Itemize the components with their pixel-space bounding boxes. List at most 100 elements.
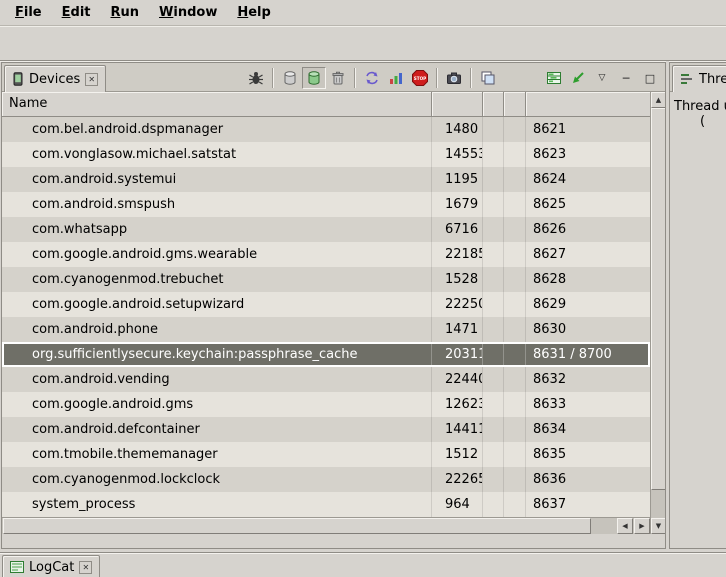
debug-process-button[interactable] bbox=[244, 67, 268, 89]
table-row[interactable]: system_process9648637 bbox=[2, 492, 650, 517]
table-row[interactable]: com.whatsapp67168626 bbox=[2, 217, 650, 242]
scroll-down-icon[interactable]: ▼ bbox=[651, 518, 666, 534]
update-heap-button[interactable] bbox=[278, 67, 302, 89]
table-row[interactable]: com.google.android.gms126238633 bbox=[2, 392, 650, 417]
dump-hprof-button[interactable] bbox=[302, 67, 326, 89]
menu-help[interactable]: Help bbox=[228, 2, 279, 23]
horizontal-scroll-thumb[interactable] bbox=[3, 518, 591, 534]
view-menu-button[interactable]: ▽ bbox=[590, 67, 614, 89]
column-header-4[interactable] bbox=[504, 92, 526, 117]
process-pid: 1512 bbox=[432, 442, 483, 467]
maximize-button[interactable]: □ bbox=[638, 67, 662, 89]
method-profiling-icon bbox=[388, 70, 404, 86]
table-row[interactable]: com.bel.android.dspmanager14808621 bbox=[2, 117, 650, 142]
toolbar-separator bbox=[354, 68, 356, 88]
opengl-trace-button[interactable] bbox=[566, 67, 590, 89]
view-menu-icon: ▽ bbox=[599, 74, 606, 83]
process-pid: 6716 bbox=[432, 217, 483, 242]
cell-empty bbox=[504, 342, 526, 367]
close-icon[interactable]: ✕ bbox=[79, 561, 92, 574]
systrace-icon bbox=[546, 70, 562, 86]
cell-empty bbox=[483, 217, 504, 242]
systrace-button[interactable] bbox=[542, 67, 566, 89]
cell-empty bbox=[504, 292, 526, 317]
tab-devices[interactable]: Devices ✕ bbox=[4, 65, 106, 92]
menu-run[interactable]: Run bbox=[102, 2, 149, 23]
process-port: 8623 bbox=[526, 142, 650, 167]
cell-empty bbox=[483, 392, 504, 417]
table-row[interactable]: com.google.android.setupwizard222508629 bbox=[2, 292, 650, 317]
toolbar-separator bbox=[470, 68, 472, 88]
stop-process-icon: STOP bbox=[411, 69, 429, 87]
screen-record-button[interactable] bbox=[476, 67, 500, 89]
tab-threads-label: Threads bbox=[699, 72, 726, 87]
update-threads-icon bbox=[364, 70, 380, 86]
process-name: com.google.android.gms bbox=[2, 392, 432, 417]
toolbar-strip bbox=[0, 26, 726, 61]
table-row[interactable]: com.cyanogenmod.trebuchet15288628 bbox=[2, 267, 650, 292]
cause-gc-button[interactable] bbox=[326, 67, 350, 89]
column-header-port[interactable] bbox=[526, 92, 650, 117]
process-name: com.google.android.gms.wearable bbox=[2, 242, 432, 267]
screen-record-icon bbox=[480, 70, 496, 86]
process-port: 8625 bbox=[526, 192, 650, 217]
cell-empty bbox=[504, 492, 526, 517]
cell-empty bbox=[504, 442, 526, 467]
cell-empty bbox=[504, 117, 526, 142]
tab-logcat[interactable]: LogCat ✕ bbox=[2, 555, 100, 577]
process-port: 8634 bbox=[526, 417, 650, 442]
table-row[interactable]: com.vonglasow.michael.satstat145538623 bbox=[2, 142, 650, 167]
scroll-left-icon[interactable]: ◀ bbox=[617, 518, 633, 534]
method-profiling-button[interactable] bbox=[384, 67, 408, 89]
process-port: 8627 bbox=[526, 242, 650, 267]
process-name: system_process bbox=[2, 492, 432, 517]
cell-empty bbox=[483, 367, 504, 392]
cell-empty bbox=[483, 292, 504, 317]
menu-edit[interactable]: Edit bbox=[53, 2, 100, 23]
scroll-right-icon[interactable]: ▶ bbox=[634, 518, 650, 534]
table-row[interactable]: com.cyanogenmod.lockclock222658636 bbox=[2, 467, 650, 492]
minimize-button[interactable]: ─ bbox=[614, 67, 638, 89]
stop-process-button[interactable]: STOP bbox=[408, 67, 432, 89]
process-port: 8633 bbox=[526, 392, 650, 417]
process-name: com.android.defcontainer bbox=[2, 417, 432, 442]
table-row[interactable]: com.google.android.gms.wearable221858627 bbox=[2, 242, 650, 267]
cell-empty bbox=[504, 417, 526, 442]
screen-capture-icon bbox=[446, 70, 462, 86]
column-header-pid[interactable] bbox=[432, 92, 483, 117]
column-header-name[interactable]: Name bbox=[2, 92, 432, 117]
cell-empty bbox=[504, 217, 526, 242]
cell-empty bbox=[504, 142, 526, 167]
screen-capture-button[interactable] bbox=[442, 67, 466, 89]
threads-message-line1: Thread up bbox=[670, 99, 726, 114]
threads-panel: Threads Thread up ( bbox=[669, 62, 726, 549]
vertical-scrollbar[interactable]: ▲ ▼ bbox=[650, 92, 665, 534]
close-icon[interactable]: ✕ bbox=[85, 73, 98, 86]
table-row[interactable]: com.android.vending224408632 bbox=[2, 367, 650, 392]
process-pid: 22250 bbox=[432, 292, 483, 317]
cell-empty bbox=[483, 192, 504, 217]
menu-window[interactable]: Window bbox=[150, 2, 226, 23]
table-row[interactable]: com.android.defcontainer144118634 bbox=[2, 417, 650, 442]
scroll-up-icon[interactable]: ▲ bbox=[651, 92, 666, 108]
process-name: com.vonglasow.michael.satstat bbox=[2, 142, 432, 167]
table-row[interactable]: com.tmobile.thememanager15128635 bbox=[2, 442, 650, 467]
table-row-selected[interactable]: org.sufficientlysecure.keychain:passphra… bbox=[2, 342, 650, 367]
table-row[interactable]: com.android.phone14718630 bbox=[2, 317, 650, 342]
tab-logcat-label: LogCat bbox=[29, 560, 74, 575]
tab-threads[interactable]: Threads bbox=[672, 65, 726, 92]
process-pid: 1679 bbox=[432, 192, 483, 217]
horizontal-scrollbar[interactable]: ◀ ▶ bbox=[2, 517, 650, 534]
debug-process-icon bbox=[248, 70, 264, 86]
cell-empty bbox=[483, 342, 504, 367]
menu-file[interactable]: File bbox=[6, 2, 51, 23]
process-name: com.android.phone bbox=[2, 317, 432, 342]
cell-empty bbox=[504, 467, 526, 492]
column-header-3[interactable] bbox=[483, 92, 504, 117]
vertical-scroll-thumb[interactable] bbox=[651, 108, 666, 490]
update-threads-button[interactable] bbox=[360, 67, 384, 89]
table-row[interactable]: com.android.smspush16798625 bbox=[2, 192, 650, 217]
table-row[interactable]: com.android.systemui11958624 bbox=[2, 167, 650, 192]
toolbar-separator bbox=[436, 68, 438, 88]
process-name: com.android.systemui bbox=[2, 167, 432, 192]
